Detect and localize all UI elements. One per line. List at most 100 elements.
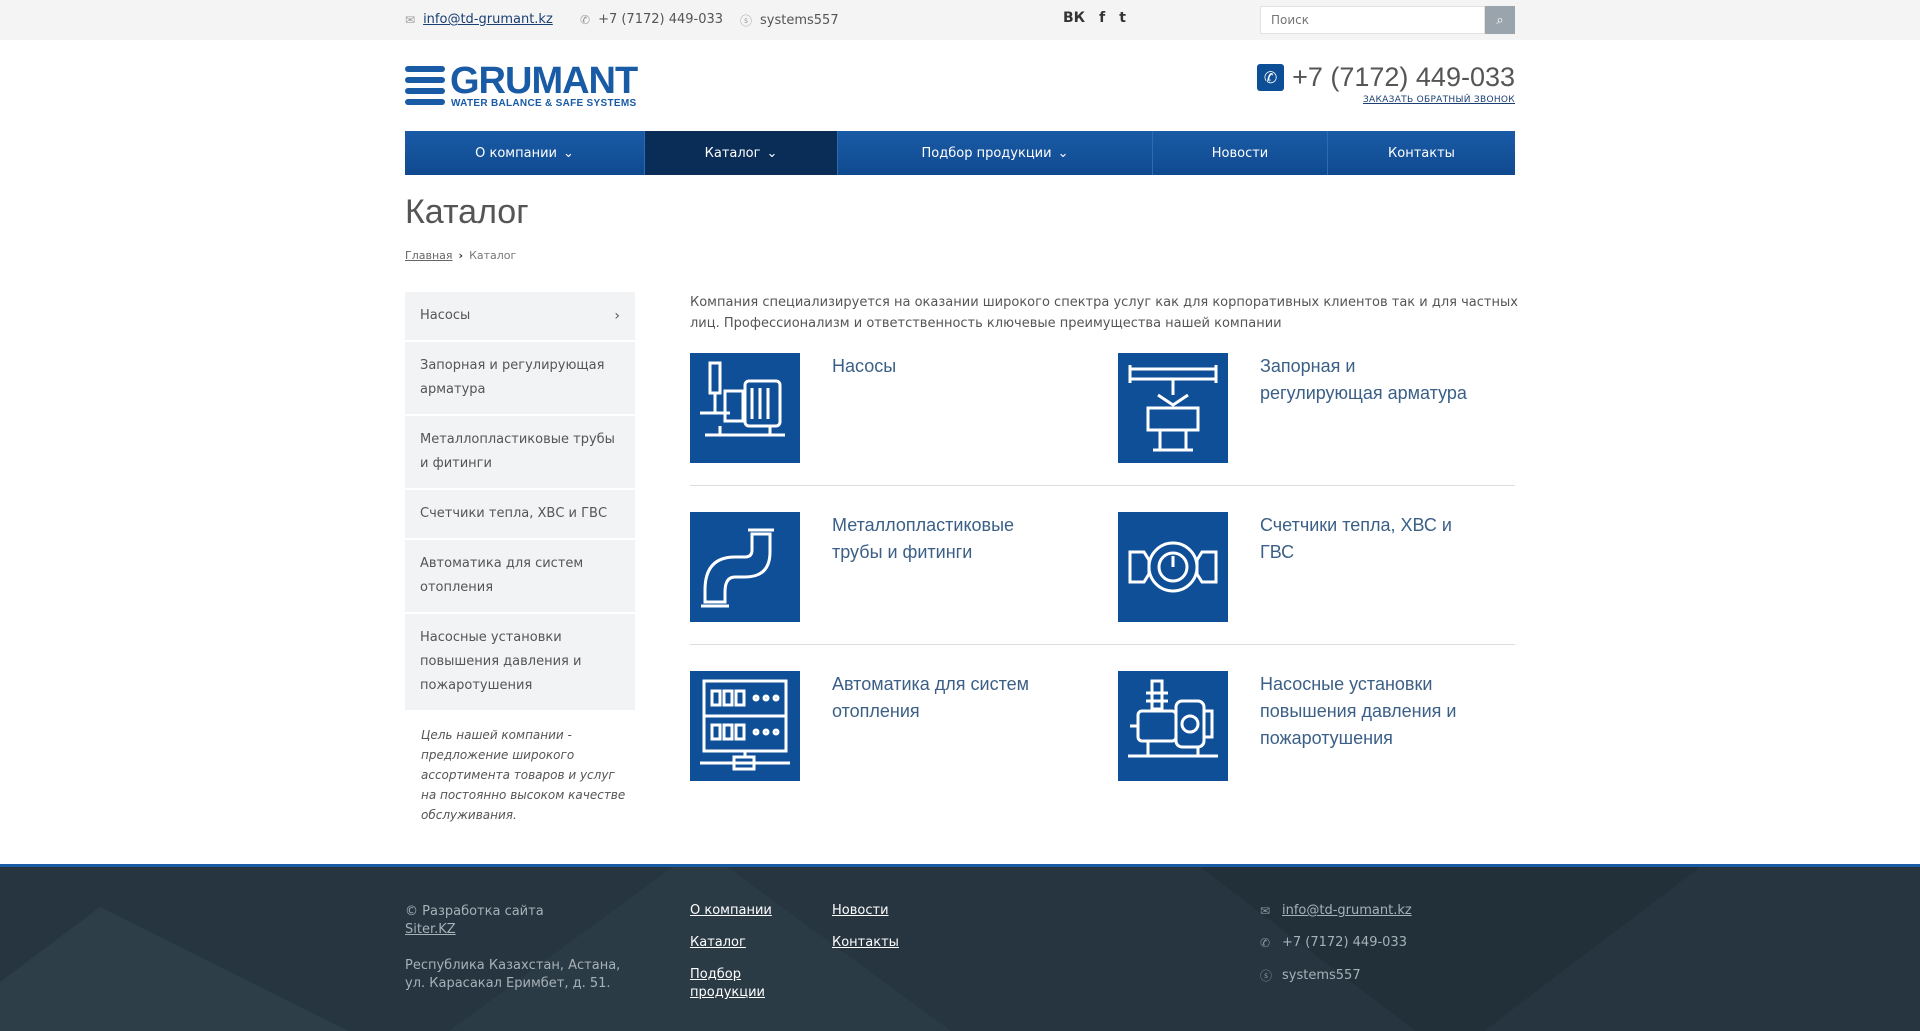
- chevron-right-icon: ›: [458, 249, 464, 262]
- category-pipes[interactable]: Металлопластиковые трубы и фитинги: [690, 512, 1090, 622]
- footer-link-about[interactable]: О компании: [690, 902, 772, 920]
- category-label: Насосы: [832, 356, 897, 376]
- chevron-right-icon: ›: [614, 308, 620, 324]
- nav-label: Новости: [1211, 145, 1269, 161]
- category-automation[interactable]: Автоматика для систем отопления: [690, 671, 1090, 781]
- main-nav: О компании ⌄ Каталог ⌄ Подбор продукции …: [405, 131, 1515, 175]
- vk-icon[interactable]: ВК: [1063, 10, 1085, 26]
- category-pump-stations[interactable]: Насосные установки повышения давления и …: [1118, 671, 1518, 781]
- sidebar-quote: Цель нашей компании - предложение широко…: [421, 728, 626, 822]
- logo-tagline: WATER BALANCE & SAFE SYSTEMS: [451, 98, 637, 109]
- topbar-email: ✉ info@td-grumant.kz: [405, 12, 553, 27]
- sidebar-item-meters[interactable]: Счетчики тепла, ХВС и ГВС: [405, 490, 635, 540]
- phone-icon: ✆: [1260, 935, 1271, 950]
- sidebar-item-label: Автоматика для систем отопления: [420, 556, 584, 595]
- nav-label: Каталог: [704, 145, 761, 161]
- sidebar-item-label: Насосы: [420, 308, 471, 323]
- twitter-icon[interactable]: t: [1119, 10, 1126, 26]
- chevron-down-icon: ⌄: [562, 145, 574, 161]
- search-input[interactable]: [1260, 6, 1485, 34]
- search-icon: ⌕: [1496, 12, 1504, 27]
- topbar-phone: ✆ +7 (7172) 449-033: [580, 12, 723, 27]
- phone-icon: ✆: [1257, 64, 1285, 91]
- footer-email-link[interactable]: info@td-grumant.kz: [1282, 903, 1412, 918]
- skype-icon: ⓢ: [740, 14, 753, 28]
- meter-icon: [1118, 512, 1228, 622]
- nav-about[interactable]: О компании ⌄: [405, 131, 645, 175]
- category-pumps[interactable]: Насосы: [690, 353, 1090, 463]
- catalog-intro: Компания специализируется на оказании ши…: [690, 295, 1518, 331]
- nav-label: Подбор продукции: [921, 145, 1052, 161]
- search-form: ⌕: [1260, 6, 1515, 34]
- facebook-icon[interactable]: f: [1099, 10, 1105, 26]
- logo-name: GRUMANT: [450, 60, 638, 102]
- divider: [690, 644, 1515, 645]
- category-valves[interactable]: Запорная и регулирующая арматура: [1118, 353, 1518, 463]
- footer-bg-shape: [0, 907, 400, 1031]
- page-title: Каталог: [405, 193, 529, 231]
- nav-catalog[interactable]: Каталог ⌄: [645, 131, 838, 175]
- category-label: Автоматика для систем отопления: [832, 674, 1030, 721]
- sidebar-item-pumps[interactable]: Насосы ›: [405, 292, 635, 342]
- envelope-icon: ✉: [405, 12, 416, 27]
- footer-phone-text: +7 (7172) 449-033: [1282, 935, 1407, 950]
- valve-icon: [1118, 353, 1228, 463]
- footer-dev-link[interactable]: Siter.KZ: [405, 921, 456, 939]
- breadcrumb-home[interactable]: Главная: [405, 249, 453, 262]
- breadcrumb: Главная › Каталог: [405, 249, 516, 262]
- footer-link-catalog[interactable]: Каталог: [690, 934, 746, 952]
- sidebar-item-label: Металлопластиковые трубы и фитинги: [420, 432, 615, 471]
- nav-selection[interactable]: Подбор продукции ⌄: [838, 131, 1153, 175]
- category-meters[interactable]: Счетчики тепла, ХВС и ГВС: [1118, 512, 1518, 622]
- chevron-down-icon: ⌄: [1057, 145, 1069, 161]
- footer-link-contacts[interactable]: Контакты: [832, 934, 899, 952]
- sidebar-item-pipes[interactable]: Металлопластиковые трубы и фитинги: [405, 416, 635, 490]
- logo-waves-icon: [405, 66, 445, 106]
- nav-news[interactable]: Новости: [1153, 131, 1328, 175]
- sidebar-item-valves[interactable]: Запорная и регулирующая арматура: [405, 342, 635, 416]
- footer-link-selection[interactable]: Подбор продукции: [690, 966, 780, 1002]
- social-links: ВК f t: [1063, 10, 1126, 26]
- sidebar-item-label: Запорная и регулирующая арматура: [420, 358, 605, 397]
- footer-skype: ⓢ systems557: [1260, 967, 1361, 984]
- breadcrumb-current: Каталог: [469, 249, 517, 262]
- pipe-icon: [690, 512, 800, 622]
- skype-text: systems557: [760, 13, 839, 28]
- topbar-skype: ⓢ systems557: [740, 12, 839, 29]
- email-link[interactable]: info@td-grumant.kz: [423, 12, 553, 27]
- pump-icon: [690, 353, 800, 463]
- envelope-icon: ✉: [1260, 903, 1271, 918]
- phone-text: +7 (7172) 449-033: [598, 12, 724, 27]
- header-phone: ✆ +7 (7172) 449-033: [1257, 62, 1515, 93]
- nav-label: Контакты: [1388, 145, 1455, 161]
- chevron-down-icon: ⌄: [766, 145, 778, 161]
- category-label: Насосные установки повышения давления и …: [1260, 674, 1457, 748]
- footer-address: Республика Казахстан, Астана, ул. Караса…: [405, 958, 621, 991]
- sidebar-item-label: Насосные установки повышения давления и …: [420, 630, 582, 693]
- sidebar-item-automation[interactable]: Автоматика для систем отопления: [405, 540, 635, 614]
- footer-copyright: © Разработка сайта: [405, 904, 544, 919]
- divider: [690, 485, 1515, 486]
- category-label: Запорная и регулирующая арматура: [1260, 356, 1467, 403]
- pump-station-icon: [1118, 671, 1228, 781]
- header-phone-number: +7 (7172) 449-033: [1292, 62, 1515, 92]
- footer-skype-text: systems557: [1282, 968, 1361, 983]
- category-label: Металлопластиковые трубы и фитинги: [832, 515, 1015, 562]
- footer: © Разработка сайта Siter.KZ Республика К…: [0, 864, 1920, 1031]
- automation-icon: [690, 671, 800, 781]
- nav-contacts[interactable]: Контакты: [1328, 131, 1515, 175]
- sidebar-item-label: Счетчики тепла, ХВС и ГВС: [420, 506, 608, 521]
- nav-label: О компании: [475, 145, 557, 161]
- search-button[interactable]: ⌕: [1485, 6, 1515, 34]
- phone-icon: ✆: [580, 12, 591, 27]
- footer-phone: ✆ +7 (7172) 449-033: [1260, 935, 1407, 950]
- category-label: Счетчики тепла, ХВС и ГВС: [1260, 515, 1452, 562]
- footer-email: ✉ info@td-grumant.kz: [1260, 903, 1412, 918]
- sidebar-item-pump-stations[interactable]: Насосные установки повышения давления и …: [405, 614, 635, 712]
- top-bar: ✉ info@td-grumant.kz ✆ +7 (7172) 449-033…: [0, 0, 1920, 40]
- footer-link-news[interactable]: Новости: [832, 902, 889, 920]
- skype-icon: ⓢ: [1260, 969, 1273, 983]
- logo[interactable]: GRUMANT WATER BALANCE & SAFE SYSTEMS: [405, 60, 680, 110]
- sidebar: Насосы › Запорная и регулирующая арматур…: [405, 292, 635, 712]
- callback-link[interactable]: ЗАКАЗАТЬ ОБРАТНЫЙ ЗВОНОК: [1363, 95, 1515, 105]
